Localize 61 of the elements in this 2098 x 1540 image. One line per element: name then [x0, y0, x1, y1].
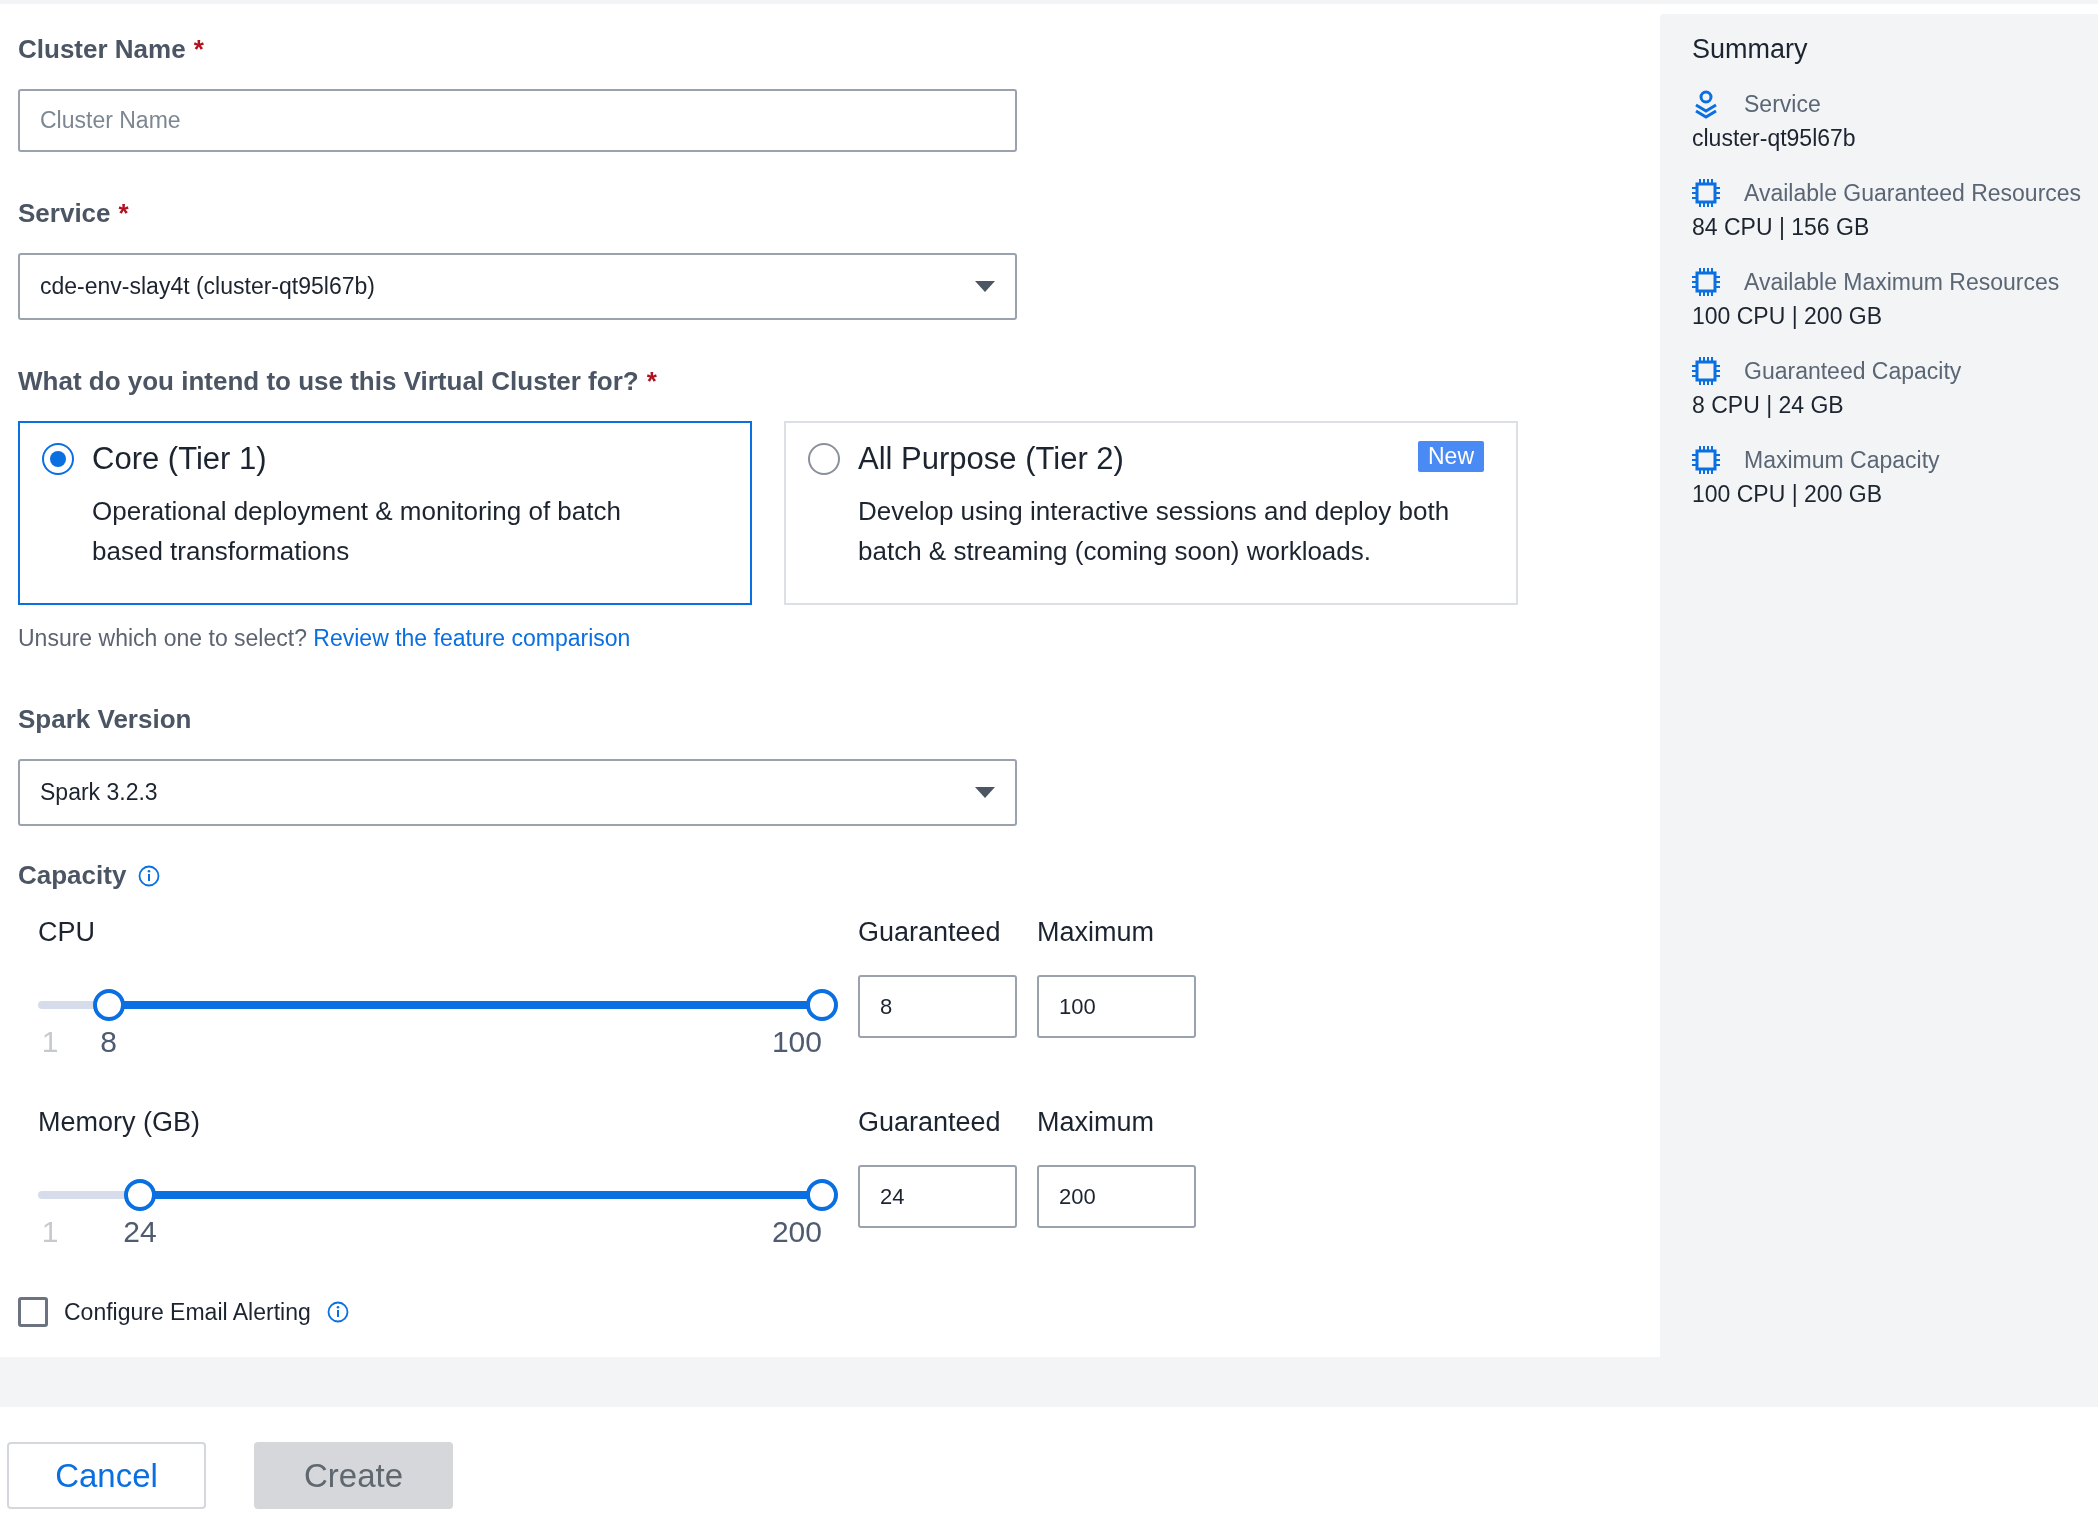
field-label: What do you intend to use this Virtual Cluster for? * [18, 366, 657, 397]
cluster-name-input[interactable]: Cluster Name [18, 89, 1017, 152]
summary-value: 84 CPU | 156 GB [1692, 214, 1871, 241]
slider-thumb[interactable] [806, 1179, 838, 1211]
service-select[interactable]: cde-env-slay4t (cluster-qt95l67b) [18, 253, 1017, 320]
info-icon[interactable] [326, 1301, 349, 1323]
slider-value-label: 24 [123, 1215, 157, 1249]
action-button[interactable]: Cancel [7, 1442, 206, 1509]
checkbox-label: Configure Email Alerting [64, 1298, 311, 1326]
chip-icon [1692, 445, 1720, 475]
tier-option-card[interactable]: All Purpose (Tier 2) Develop using interactive sessions and deploy both batch & streaming (coming soon) workloads. New [784, 421, 1518, 605]
field-label: Capacity [18, 860, 127, 891]
resource-name: CPU [38, 917, 96, 949]
summary-value: 8 CPU | 24 GB [1692, 392, 1845, 419]
tier-option-card[interactable]: Core (Tier 1) Operational deployment & monitoring of batch based transformations [18, 421, 752, 605]
slider-value-label: 8 [100, 1025, 117, 1059]
slider-min-label: 1 [41, 1025, 59, 1059]
maximum-input[interactable]: 200 [1037, 1165, 1196, 1228]
resource-name: Memory (GB) [38, 1107, 201, 1139]
caret-icon [975, 280, 995, 293]
field-label: Cluster Name * [18, 34, 204, 65]
summary-value: 100 CPU | 200 GB [1692, 481, 1884, 508]
summary-title: Summary [1692, 34, 1809, 65]
hint-text: Unsure which one to select? Review the feature comparison [18, 625, 632, 652]
option-description: Develop using interactive sessions and deploy both batch & streaming (coming soon) workloads. [858, 495, 1451, 568]
option-title: All Purpose (Tier 2) [858, 441, 1124, 477]
summary-label: Service [1744, 90, 1821, 118]
slider-thumb[interactable] [806, 989, 838, 1021]
slider-thumb[interactable] [92, 989, 125, 1021]
summary-label: Available Maximum Resources [1744, 268, 2060, 296]
guaranteed-input[interactable]: 24 [858, 1165, 1017, 1228]
chip-icon [1692, 267, 1720, 297]
guaranteed-input[interactable]: 8 [858, 975, 1017, 1038]
field-label: Spark Version [18, 704, 192, 735]
slider-thumb[interactable] [123, 1179, 156, 1211]
option-title: Core (Tier 1) [92, 441, 267, 477]
caret-icon [975, 786, 995, 799]
feature-comparison-link[interactable]: Review the feature comparison [313, 625, 631, 651]
summary-value: cluster-qt95l67b [1692, 125, 1857, 152]
field-label: Guaranteed [858, 1107, 1002, 1139]
field-label: Maximum [1037, 1107, 1155, 1139]
slider-min-label: 1 [41, 1215, 59, 1249]
slider-value-label: 200 [771, 1215, 822, 1249]
new-badge: New [1418, 441, 1484, 472]
option-description: Operational deployment & monitoring of batch based transformations [92, 495, 622, 568]
field-label: Maximum [1037, 917, 1155, 949]
maximum-input[interactable]: 100 [1037, 975, 1196, 1038]
chip-icon [1692, 178, 1720, 208]
summary-label: Maximum Capacity [1744, 446, 1940, 474]
summary-label: Available Guaranteed Resources [1744, 179, 2082, 207]
summary-label: Guaranteed Capacity [1744, 357, 1962, 385]
radio-button[interactable] [42, 443, 74, 475]
info-icon[interactable] [138, 864, 161, 887]
spark-version-select[interactable]: Spark 3.2.3 [18, 759, 1017, 826]
slider-value-label: 100 [771, 1025, 822, 1059]
field-label: Service * [18, 198, 129, 229]
field-label: Guaranteed [858, 917, 1002, 949]
checkbox[interactable] [18, 1297, 48, 1327]
summary-value: 100 CPU | 200 GB [1692, 303, 1884, 330]
radio-button[interactable] [808, 443, 840, 475]
chip-icon [1692, 356, 1720, 386]
